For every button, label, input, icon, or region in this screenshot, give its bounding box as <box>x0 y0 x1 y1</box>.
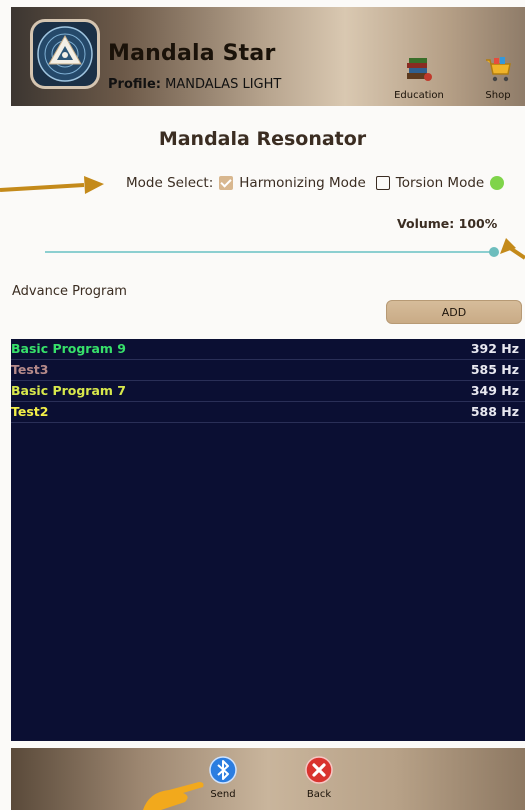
bluetooth-icon <box>209 756 237 784</box>
program-frequency: 588 Hz <box>470 404 519 419</box>
app-title: Mandala Star <box>108 41 276 66</box>
program-frequency: 349 Hz <box>470 383 519 398</box>
program-name: Basic Program 7 <box>11 383 126 398</box>
program-row[interactable]: Test3 585 Hz <box>11 360 525 381</box>
close-icon <box>305 756 333 784</box>
program-frequency: 392 Hz <box>470 341 519 356</box>
mandala-logo-icon <box>37 26 93 82</box>
program-frequency: 585 Hz <box>470 362 519 377</box>
mode-select-label: Mode Select: <box>126 175 214 191</box>
education-button[interactable]: Education <box>389 54 449 106</box>
profile-line: Profile: MANDALAS LIGHT <box>108 77 281 92</box>
back-label: Back <box>306 789 332 800</box>
shopping-cart-icon <box>486 57 511 82</box>
education-label: Education <box>394 90 444 101</box>
app-header: Mandala Star Profile: MANDALAS LIGHT Edu… <box>11 7 525 106</box>
harmonizing-mode-label[interactable]: Harmonizing Mode <box>239 175 366 191</box>
send-button[interactable]: Send <box>198 756 248 800</box>
harmonizing-mode-checkbox[interactable] <box>219 176 234 190</box>
app-screen: Mandala Star Profile: MANDALAS LIGHT Edu… <box>0 0 525 810</box>
program-list: Basic Program 9 392 Hz Test3 585 Hz Basic Pr… <box>11 339 525 741</box>
program-row[interactable]: Basic Program 7 349 Hz <box>11 381 525 402</box>
screen-title: Mandala Resonator <box>158 128 367 150</box>
program-name: Basic Program 9 <box>11 341 126 356</box>
shop-label: Shop <box>485 90 511 101</box>
back-button[interactable]: Back <box>294 756 344 800</box>
program-name: Test2 <box>11 404 49 419</box>
add-button[interactable]: ADD <box>386 300 522 324</box>
program-row[interactable]: Test2 588 Hz <box>11 402 525 423</box>
torsion-mode-checkbox[interactable] <box>375 176 390 190</box>
status-indicator-icon <box>490 176 505 190</box>
profile-value: MANDALAS LIGHT <box>165 77 282 92</box>
annotation-arrow-icon <box>0 176 104 194</box>
program-row[interactable]: Basic Program 9 392 Hz <box>11 339 525 360</box>
volume-slider[interactable] <box>45 247 499 257</box>
annotation-arrow-volume-icon <box>500 238 525 260</box>
advance-program-label: Advance Program <box>12 284 127 299</box>
volume-slider-track[interactable] <box>45 251 495 253</box>
volume-slider-thumb[interactable] <box>489 247 499 257</box>
app-logo <box>33 22 97 86</box>
profile-label: Profile: <box>108 77 161 92</box>
bottom-toolbar: Send Back <box>11 748 525 810</box>
mode-select-row: Mode Select: Harmonizing Mode Torsion Mo… <box>126 175 505 191</box>
shop-button[interactable]: Shop <box>468 54 525 106</box>
books-icon <box>407 58 432 81</box>
volume-label: Volume: 100% <box>397 216 498 231</box>
program-name: Test3 <box>11 362 49 377</box>
torsion-mode-label[interactable]: Torsion Mode <box>396 175 484 191</box>
send-label: Send <box>210 789 236 800</box>
